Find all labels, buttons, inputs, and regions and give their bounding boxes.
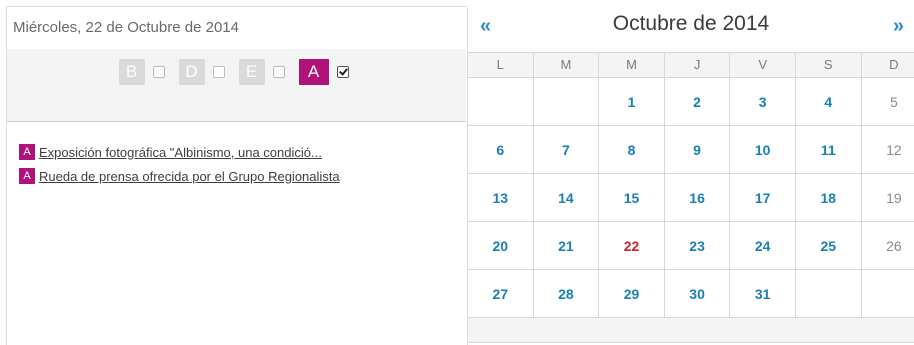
filter-a-checkbox[interactable] bbox=[336, 66, 349, 78]
calendar-footer bbox=[468, 318, 914, 343]
day-cell[interactable]: 3 bbox=[730, 78, 796, 126]
day-cell[interactable]: 16 bbox=[664, 174, 731, 222]
event-list: A Exposición fotográfica "Albinismo, una… bbox=[7, 122, 466, 184]
category-filter-bar: B D E A bbox=[7, 49, 466, 122]
month-title: Octubre de 2014 bbox=[612, 12, 770, 35]
weekday-header: S bbox=[795, 53, 862, 78]
day-cell[interactable]: 19 bbox=[861, 174, 914, 222]
day-cell[interactable]: 1 bbox=[599, 78, 665, 126]
day-cell[interactable]: 2 bbox=[664, 78, 731, 126]
calendar: « Octubre de 2014 » L M M J V S D 1 2 3 4 5 6 7 8 9 10 11… bbox=[467, 6, 914, 345]
day-cell[interactable]: 27 bbox=[468, 270, 534, 318]
day-cell[interactable]: 24 bbox=[730, 222, 796, 270]
weekday-header: J bbox=[664, 53, 731, 78]
filter-b-label: B bbox=[118, 59, 145, 85]
day-cell[interactable]: 28 bbox=[533, 270, 600, 318]
calendar-grid: L M M J V S D 1 2 3 4 5 6 7 8 9 10 11 12 13 14 15 16 17 18 19 20 21… bbox=[468, 52, 914, 318]
calendar-header: « Octubre de 2014 » bbox=[468, 6, 914, 52]
day-cell[interactable]: 13 bbox=[468, 174, 534, 222]
category-badge: A bbox=[19, 168, 35, 184]
day-cell[interactable]: 15 bbox=[599, 174, 665, 222]
day-cell[interactable]: 10 bbox=[730, 126, 796, 174]
day-cell[interactable]: 8 bbox=[599, 126, 665, 174]
filter-b-checkbox[interactable] bbox=[152, 66, 165, 78]
selected-date: Miércoles, 22 de Octubre de 2014 bbox=[13, 19, 239, 36]
day-cell[interactable]: 23 bbox=[664, 222, 731, 270]
day-cell[interactable]: 25 bbox=[795, 222, 862, 270]
event-link[interactable]: Exposición fotográfica "Albinismo, una c… bbox=[39, 145, 322, 160]
filter-d-checkbox[interactable] bbox=[212, 66, 225, 78]
day-cell[interactable]: 21 bbox=[533, 222, 600, 270]
weekday-header: D bbox=[861, 53, 914, 78]
filter-e-checkbox[interactable] bbox=[272, 66, 285, 78]
day-cell[interactable]: 17 bbox=[730, 174, 796, 222]
agenda-panel: Miércoles, 22 de Octubre de 2014 B D E A… bbox=[6, 6, 466, 345]
day-cell[interactable]: 20 bbox=[468, 222, 534, 270]
day-cell[interactable]: 26 bbox=[861, 222, 914, 270]
day-cell[interactable]: 31 bbox=[730, 270, 796, 318]
day-cell[interactable]: 22 bbox=[599, 222, 665, 270]
weekday-header: L bbox=[468, 53, 534, 78]
filter-a-label: A bbox=[298, 59, 329, 85]
day-cell[interactable]: 5 bbox=[861, 78, 914, 126]
empty-day-cell bbox=[861, 270, 914, 318]
empty-day-cell bbox=[795, 270, 862, 318]
day-cell[interactable]: 11 bbox=[795, 126, 862, 174]
day-cell[interactable]: 7 bbox=[533, 126, 600, 174]
filter-d-label: D bbox=[178, 59, 205, 85]
day-cell[interactable]: 14 bbox=[533, 174, 600, 222]
weekday-header: M bbox=[599, 53, 665, 78]
day-cell[interactable]: 29 bbox=[599, 270, 665, 318]
day-cell[interactable]: 6 bbox=[468, 126, 534, 174]
day-cell[interactable]: 4 bbox=[795, 78, 862, 126]
next-month-button[interactable]: » bbox=[893, 15, 904, 38]
category-badge: A bbox=[19, 144, 35, 160]
weekday-header: V bbox=[730, 53, 796, 78]
day-cell[interactable]: 9 bbox=[664, 126, 731, 174]
category-filters: B D E A bbox=[7, 59, 466, 85]
empty-day-cell bbox=[468, 78, 534, 126]
empty-day-cell bbox=[533, 78, 600, 126]
filter-e-label: E bbox=[238, 59, 265, 85]
list-item: A Exposición fotográfica "Albinismo, una… bbox=[19, 144, 466, 160]
event-link[interactable]: Rueda de prensa ofrecida por el Grupo Re… bbox=[39, 169, 340, 184]
weekday-header: M bbox=[533, 53, 600, 78]
list-item: A Rueda de prensa ofrecida por el Grupo … bbox=[19, 168, 466, 184]
day-cell[interactable]: 12 bbox=[861, 126, 914, 174]
day-cell[interactable]: 30 bbox=[664, 270, 731, 318]
day-cell[interactable]: 18 bbox=[795, 174, 862, 222]
